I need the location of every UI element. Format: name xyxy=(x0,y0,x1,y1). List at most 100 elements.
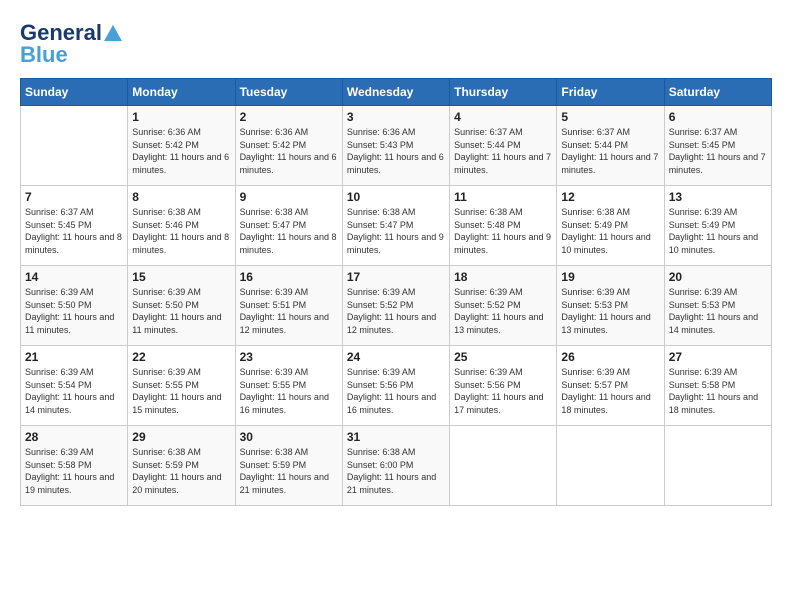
day-info: Sunrise: 6:36 AMSunset: 5:42 PMDaylight:… xyxy=(240,126,338,176)
day-number: 30 xyxy=(240,430,338,444)
day-number: 1 xyxy=(132,110,230,124)
day-info: Sunrise: 6:39 AMSunset: 5:49 PMDaylight:… xyxy=(669,206,767,256)
day-number: 25 xyxy=(454,350,552,364)
calendar-cell: 31Sunrise: 6:38 AMSunset: 6:00 PMDayligh… xyxy=(342,426,449,506)
day-number: 24 xyxy=(347,350,445,364)
day-number: 17 xyxy=(347,270,445,284)
day-number: 12 xyxy=(561,190,659,204)
calendar-cell: 12 Sunrise: 6:38 AMSunset: 5:49 PMDayligh… xyxy=(557,186,664,266)
day-number: 23 xyxy=(240,350,338,364)
header-day-monday: Monday xyxy=(128,79,235,106)
day-number: 7 xyxy=(25,190,123,204)
header-day-wednesday: Wednesday xyxy=(342,79,449,106)
calendar-cell: 1 Sunrise: 6:36 AMSunset: 5:42 PMDaylight… xyxy=(128,106,235,186)
calendar-cell: 7 Sunrise: 6:37 AMSunset: 5:45 PMDaylight… xyxy=(21,186,128,266)
day-info: Sunrise: 6:37 AMSunset: 5:45 PMDaylight:… xyxy=(669,126,767,176)
day-number: 26 xyxy=(561,350,659,364)
day-number: 13 xyxy=(669,190,767,204)
calendar-cell: 6 Sunrise: 6:37 AMSunset: 5:45 PMDaylight… xyxy=(664,106,771,186)
calendar-cell xyxy=(557,426,664,506)
calendar-cell: 5 Sunrise: 6:37 AMSunset: 5:44 PMDaylight… xyxy=(557,106,664,186)
day-number: 15 xyxy=(132,270,230,284)
day-info: Sunrise: 6:39 AMSunset: 5:56 PMDaylight:… xyxy=(454,366,552,416)
day-info: Sunrise: 6:36 AMSunset: 5:43 PMDaylight:… xyxy=(347,126,445,176)
day-info: Sunrise: 6:38 AMSunset: 5:46 PMDaylight:… xyxy=(132,206,230,256)
day-info: Sunrise: 6:38 AMSunset: 5:47 PMDaylight:… xyxy=(240,206,338,256)
day-info: Sunrise: 6:38 AMSunset: 5:48 PMDaylight:… xyxy=(454,206,552,256)
day-info: Sunrise: 6:37 AMSunset: 5:44 PMDaylight:… xyxy=(561,126,659,176)
logo-blue: Blue xyxy=(20,42,68,68)
day-info: Sunrise: 6:39 AMSunset: 5:52 PMDaylight:… xyxy=(454,286,552,336)
calendar-cell: 3 Sunrise: 6:36 AMSunset: 5:43 PMDaylight… xyxy=(342,106,449,186)
day-number: 21 xyxy=(25,350,123,364)
calendar-week-4: 21 Sunrise: 6:39 AMSunset: 5:54 PMDayligh… xyxy=(21,346,772,426)
calendar-cell: 28 Sunrise: 6:39 AMSunset: 5:58 PMDayligh… xyxy=(21,426,128,506)
day-number: 4 xyxy=(454,110,552,124)
day-info: Sunrise: 6:39 AMSunset: 5:55 PMDaylight:… xyxy=(240,366,338,416)
day-info: Sunrise: 6:39 AMSunset: 5:53 PMDaylight:… xyxy=(561,286,659,336)
calendar-cell xyxy=(664,426,771,506)
header-day-friday: Friday xyxy=(557,79,664,106)
calendar-week-3: 14 Sunrise: 6:39 AMSunset: 5:50 PMDayligh… xyxy=(21,266,772,346)
day-info: Sunrise: 6:39 AMSunset: 5:58 PMDaylight:… xyxy=(669,366,767,416)
day-number: 28 xyxy=(25,430,123,444)
calendar-cell: 17 Sunrise: 6:39 AMSunset: 5:52 PMDayligh… xyxy=(342,266,449,346)
calendar-cell: 23 Sunrise: 6:39 AMSunset: 5:55 PMDayligh… xyxy=(235,346,342,426)
calendar-cell: 19 Sunrise: 6:39 AMSunset: 5:53 PMDayligh… xyxy=(557,266,664,346)
day-info: Sunrise: 6:37 AMSunset: 5:45 PMDaylight:… xyxy=(25,206,123,256)
calendar-cell: 21 Sunrise: 6:39 AMSunset: 5:54 PMDayligh… xyxy=(21,346,128,426)
calendar-cell: 2 Sunrise: 6:36 AMSunset: 5:42 PMDaylight… xyxy=(235,106,342,186)
day-info: Sunrise: 6:39 AMSunset: 5:50 PMDaylight:… xyxy=(25,286,123,336)
day-info: Sunrise: 6:38 AMSunset: 5:49 PMDaylight:… xyxy=(561,206,659,256)
day-info: Sunrise: 6:39 AMSunset: 5:57 PMDaylight:… xyxy=(561,366,659,416)
calendar-week-5: 28 Sunrise: 6:39 AMSunset: 5:58 PMDayligh… xyxy=(21,426,772,506)
calendar-cell xyxy=(21,106,128,186)
day-info: Sunrise: 6:39 AMSunset: 5:55 PMDaylight:… xyxy=(132,366,230,416)
calendar-cell: 18Sunrise: 6:39 AMSunset: 5:52 PMDayligh… xyxy=(450,266,557,346)
day-info: Sunrise: 6:39 AMSunset: 5:58 PMDaylight:… xyxy=(25,446,123,496)
calendar-cell: 13 Sunrise: 6:39 AMSunset: 5:49 PMDayligh… xyxy=(664,186,771,266)
day-number: 22 xyxy=(132,350,230,364)
day-number: 14 xyxy=(25,270,123,284)
day-info: Sunrise: 6:38 AMSunset: 5:59 PMDaylight:… xyxy=(132,446,230,496)
calendar-cell: 25 Sunrise: 6:39 AMSunset: 5:56 PMDayligh… xyxy=(450,346,557,426)
calendar-week-2: 7 Sunrise: 6:37 AMSunset: 5:45 PMDaylight… xyxy=(21,186,772,266)
day-number: 3 xyxy=(347,110,445,124)
calendar-cell: 15Sunrise: 6:39 AMSunset: 5:50 PMDayligh… xyxy=(128,266,235,346)
day-number: 8 xyxy=(132,190,230,204)
day-number: 5 xyxy=(561,110,659,124)
calendar-week-1: 1 Sunrise: 6:36 AMSunset: 5:42 PMDaylight… xyxy=(21,106,772,186)
calendar-cell: 4Sunrise: 6:37 AMSunset: 5:44 PMDaylight… xyxy=(450,106,557,186)
day-number: 20 xyxy=(669,270,767,284)
day-number: 19 xyxy=(561,270,659,284)
calendar-cell: 20Sunrise: 6:39 AMSunset: 5:53 PMDayligh… xyxy=(664,266,771,346)
header: General Blue xyxy=(20,20,772,68)
day-info: Sunrise: 6:39 AMSunset: 5:56 PMDaylight:… xyxy=(347,366,445,416)
day-number: 29 xyxy=(132,430,230,444)
day-info: Sunrise: 6:38 AMSunset: 5:47 PMDaylight:… xyxy=(347,206,445,256)
calendar-cell: 8 Sunrise: 6:38 AMSunset: 5:46 PMDaylight… xyxy=(128,186,235,266)
day-number: 6 xyxy=(669,110,767,124)
day-number: 31 xyxy=(347,430,445,444)
calendar-cell: 14 Sunrise: 6:39 AMSunset: 5:50 PMDayligh… xyxy=(21,266,128,346)
calendar-cell xyxy=(450,426,557,506)
calendar-cell: 11 Sunrise: 6:38 AMSunset: 5:48 PMDayligh… xyxy=(450,186,557,266)
calendar-cell: 24 Sunrise: 6:39 AMSunset: 5:56 PMDayligh… xyxy=(342,346,449,426)
day-info: Sunrise: 6:39 AMSunset: 5:54 PMDaylight:… xyxy=(25,366,123,416)
header-day-saturday: Saturday xyxy=(664,79,771,106)
day-number: 27 xyxy=(669,350,767,364)
header-day-sunday: Sunday xyxy=(21,79,128,106)
day-number: 10 xyxy=(347,190,445,204)
day-number: 2 xyxy=(240,110,338,124)
calendar-cell: 30 Sunrise: 6:38 AMSunset: 5:59 PMDayligh… xyxy=(235,426,342,506)
calendar-cell: 26 Sunrise: 6:39 AMSunset: 5:57 PMDayligh… xyxy=(557,346,664,426)
calendar-cell: 22 Sunrise: 6:39 AMSunset: 5:55 PMDayligh… xyxy=(128,346,235,426)
header-day-thursday: Thursday xyxy=(450,79,557,106)
day-info: Sunrise: 6:38 AMSunset: 5:59 PMDaylight:… xyxy=(240,446,338,496)
day-number: 16 xyxy=(240,270,338,284)
calendar-cell: 27 Sunrise: 6:39 AMSunset: 5:58 PMDayligh… xyxy=(664,346,771,426)
day-info: Sunrise: 6:36 AMSunset: 5:42 PMDaylight:… xyxy=(132,126,230,176)
day-info: Sunrise: 6:39 AMSunset: 5:52 PMDaylight:… xyxy=(347,286,445,336)
day-number: 11 xyxy=(454,190,552,204)
calendar-table: SundayMondayTuesdayWednesdayThursdayFrid… xyxy=(20,78,772,506)
